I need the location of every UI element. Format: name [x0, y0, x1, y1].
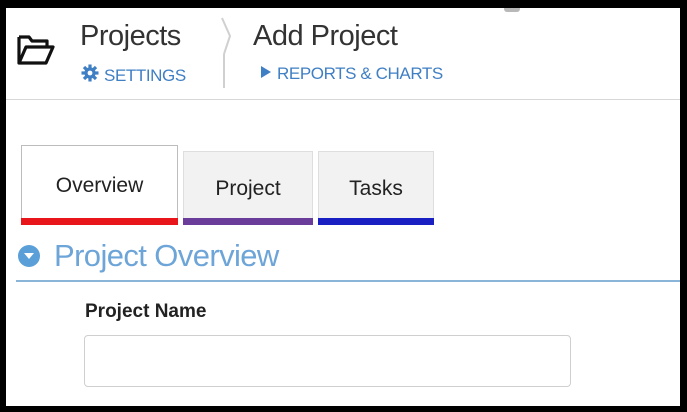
section-project-overview-toggle[interactable]: Project Overview [18, 238, 279, 274]
tab-overview-label: Overview [55, 173, 144, 197]
settings-link[interactable]: SETTINGS [81, 64, 186, 87]
tab-project-label: Project [215, 176, 281, 200]
app-frame: Projects Add Project SETTINGS REPORTS & … [6, 8, 680, 406]
section-title: Project Overview [54, 238, 279, 273]
breadcrumb-add-project: Add Project [253, 20, 398, 52]
reports-charts-link-label: REPORTS & CHARTS [277, 64, 443, 83]
tab-bar: Overview Project Tasks [21, 145, 439, 225]
project-name-label: Project Name [85, 301, 207, 322]
tab-project[interactable]: Project [183, 151, 313, 225]
breadcrumb-projects[interactable]: Projects [80, 20, 181, 53]
project-name-input[interactable] [84, 335, 571, 387]
tab-overview[interactable]: Overview [21, 145, 178, 225]
section-divider [16, 280, 680, 282]
tab-tasks[interactable]: Tasks [318, 151, 434, 225]
folder-icon [16, 29, 56, 69]
tab-project-underline [183, 218, 313, 225]
settings-link-label: SETTINGS [104, 65, 186, 85]
gear-icon [81, 64, 104, 87]
tab-overview-underline [21, 218, 178, 225]
page-header: Projects Add Project SETTINGS REPORTS & … [6, 8, 680, 100]
breadcrumb-separator [219, 16, 239, 90]
chevron-down-icon [18, 245, 40, 267]
tab-tasks-underline [318, 218, 434, 225]
play-icon [260, 64, 277, 84]
tab-tasks-label: Tasks [349, 176, 403, 200]
reports-charts-link[interactable]: REPORTS & CHARTS [260, 64, 443, 84]
